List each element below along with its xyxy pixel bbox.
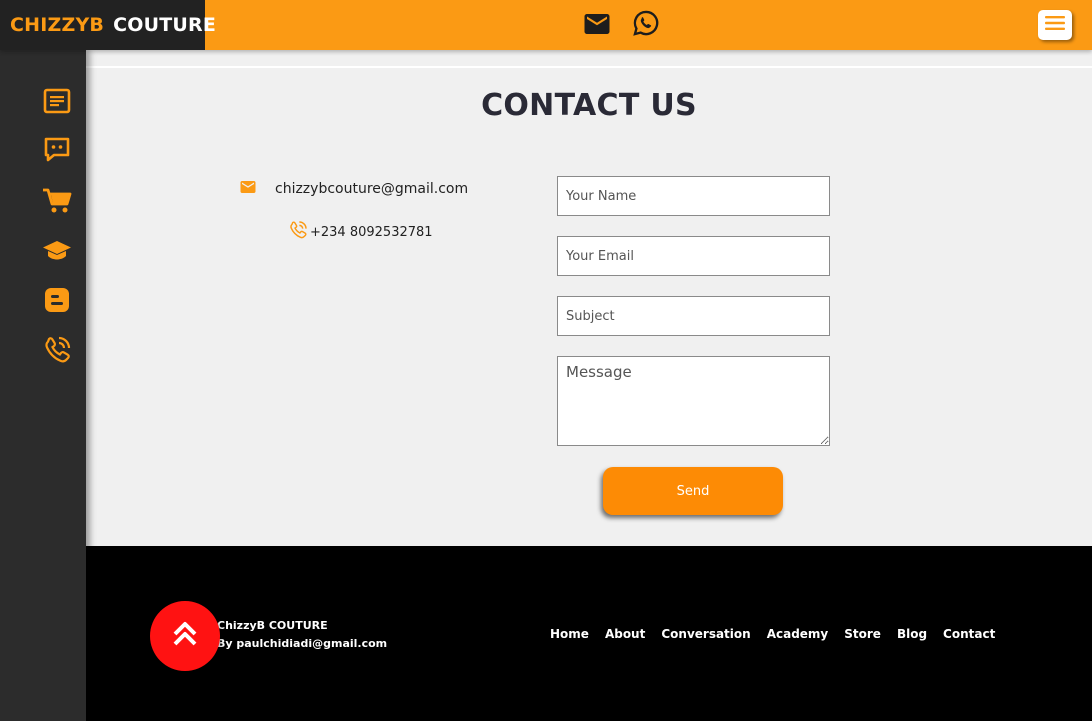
subject-input[interactable]: [557, 296, 830, 336]
send-button[interactable]: Send: [603, 467, 783, 515]
footer-link-about[interactable]: About: [605, 627, 645, 641]
footer-credit: By paulchidiadi@gmail.com: [217, 637, 388, 650]
chat-icon[interactable]: [42, 135, 72, 165]
double-chevron-up-icon: [170, 619, 200, 653]
footer-brand: ChizzyB COUTURE: [217, 619, 328, 632]
top-bar: CHIZZYB COUTURE: [0, 0, 1092, 50]
footer-link-blog[interactable]: Blog: [897, 627, 927, 641]
mail-icon[interactable]: [582, 9, 612, 39]
whatsapp-icon[interactable]: [632, 9, 660, 37]
contact-email[interactable]: chizzybcouture@gmail.com: [238, 178, 468, 200]
contact-phone-text: +234 8092532781: [310, 224, 433, 240]
footer-link-store[interactable]: Store: [844, 627, 881, 641]
footer-link-conversation[interactable]: Conversation: [661, 627, 750, 641]
footer-nav: Home About Conversation Academy Store Bl…: [550, 627, 1011, 641]
brand-logo[interactable]: CHIZZYB COUTURE: [0, 0, 216, 50]
brand-part2: COUTURE: [113, 14, 217, 36]
message-textarea[interactable]: [557, 356, 830, 446]
mail-icon: [238, 178, 258, 200]
footer-link-home[interactable]: Home: [550, 627, 589, 641]
email-input[interactable]: [557, 236, 830, 276]
content-divider: [86, 66, 1092, 68]
blogger-icon[interactable]: [42, 285, 72, 315]
article-icon[interactable]: [42, 86, 72, 116]
brand-part1: CHIZZYB: [10, 14, 105, 36]
menu-button[interactable]: [1038, 10, 1072, 40]
sidebar: [0, 50, 86, 721]
name-input[interactable]: [557, 176, 830, 216]
cart-icon[interactable]: [42, 186, 72, 216]
contact-phone[interactable]: +234 8092532781: [288, 220, 433, 244]
footer-link-academy[interactable]: Academy: [767, 627, 829, 641]
footer-link-contact[interactable]: Contact: [943, 627, 995, 641]
phone-icon: [288, 220, 308, 244]
scroll-to-top-button[interactable]: [150, 601, 220, 671]
contact-email-text: chizzybcouture@gmail.com: [275, 181, 469, 197]
phone-icon[interactable]: [42, 335, 72, 365]
page-title: CONTACT US: [481, 88, 697, 123]
menu-icon: [1045, 15, 1065, 35]
academy-icon[interactable]: [42, 235, 72, 265]
